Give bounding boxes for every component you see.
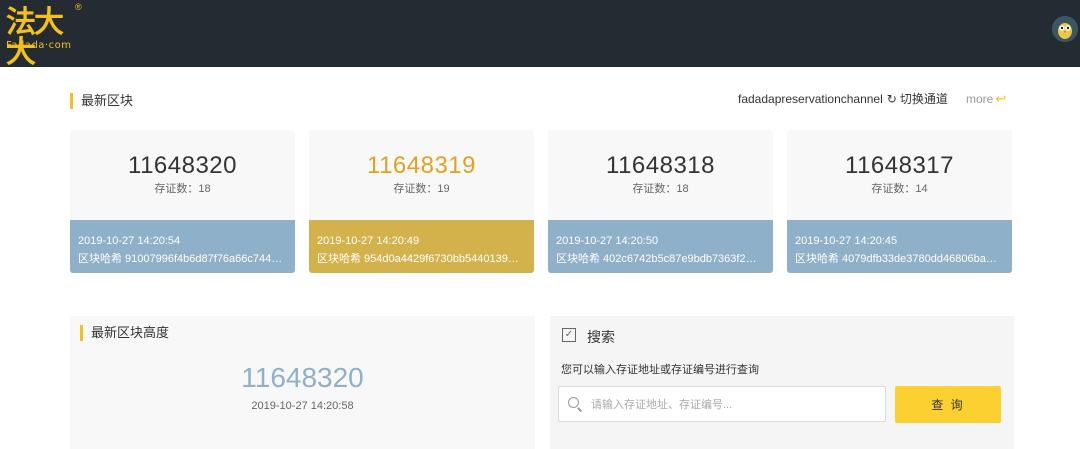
switch-channel-label: 切换通道 [899, 92, 948, 106]
search-input[interactable] [589, 387, 883, 423]
block-number: 11648320 [128, 152, 237, 179]
edit-icon: ✓ [562, 328, 576, 342]
logo-text: 法大大 [6, 5, 64, 70]
fadada-logo[interactable]: 法大大 ® Fadada·com [6, 2, 86, 68]
more-link[interactable]: more ↩ [966, 91, 1007, 107]
block-info-strip: 2019-10-27 14:20:49 区块哈希 954d0a4429f6730… [309, 220, 534, 273]
latest-height-title: 最新区块高度 [80, 325, 169, 341]
top-bar: 法大大 ® Fadada·com [0, 0, 1080, 68]
evidence-count: 存证数：14 [871, 183, 928, 195]
search-hint: 您可以输入存证地址或存证编号进行查询 [561, 364, 759, 376]
evidence-count: 存证数：18 [154, 183, 211, 195]
block-number: 11648317 [845, 152, 954, 179]
block-info-strip: 2019-10-27 14:20:50 区块哈希 402c6742b5c87e9… [548, 220, 773, 273]
owl-icon [1052, 16, 1078, 42]
refresh-icon: ↻ [886, 92, 897, 106]
block-number: 11648319 [367, 152, 476, 179]
search-icon [568, 397, 579, 408]
block-hash: 区块哈希 954d0a4429f6730bb5440139… [317, 253, 519, 265]
block-time: 2019-10-27 14:20:49 [317, 235, 420, 247]
block-hash: 区块哈希 91007996f4b6d87f76a66c744… [78, 253, 283, 265]
block-card[interactable]: 11648318 存证数：18 2019-10-27 14:20:50 区块哈希… [548, 130, 773, 273]
search-title: 搜索 [587, 329, 615, 345]
block-number: 11648318 [606, 152, 715, 179]
block-hash: 区块哈希 4079dfb33de3780dd46806ba… [795, 253, 997, 265]
block-time: 2019-10-27 14:20:54 [78, 235, 181, 247]
latest-height-value: 11648320 [241, 362, 364, 393]
block-info-strip: 2019-10-27 14:20:45 区块哈希 4079dfb33de3780… [787, 220, 1012, 273]
block-info-strip: 2019-10-27 14:20:54 区块哈希 91007996f4b6d87… [70, 220, 295, 273]
block-card[interactable]: 11648320 存证数：18 2019-10-27 14:20:54 区块哈希… [70, 130, 295, 273]
user-avatar[interactable] [1052, 16, 1078, 42]
query-button[interactable]: 查 询 [895, 386, 1001, 423]
evidence-count: 存证数：19 [393, 183, 450, 195]
return-arrow-icon: ↩ [995, 91, 1007, 106]
evidence-count: 存证数：18 [632, 183, 689, 195]
logo-subtext: Fadada·com [6, 40, 72, 51]
more-label: more [966, 92, 994, 106]
block-time: 2019-10-27 14:20:45 [795, 235, 898, 247]
registered-mark: ® [75, 2, 82, 12]
channel-name: fadadapreservationchannel [738, 92, 883, 106]
block-hash: 区块哈希 402c6742b5c87e9bdb7363f2… [556, 253, 757, 265]
latest-height-time: 2019-10-27 14:20:58 [251, 400, 354, 412]
channel-switcher[interactable]: fadadapreservationchannel ↻ 切换通道 [738, 92, 948, 106]
search-panel [550, 316, 1014, 449]
block-card[interactable]: 11648317 存证数：14 2019-10-27 14:20:45 区块哈希… [787, 130, 1012, 273]
block-card-active[interactable]: 11648319 存证数：19 2019-10-27 14:20:49 区块哈希… [309, 130, 534, 273]
block-time: 2019-10-27 14:20:50 [556, 235, 659, 247]
search-box[interactable] [558, 386, 886, 423]
latest-blocks-title: 最新区块 [70, 93, 133, 109]
